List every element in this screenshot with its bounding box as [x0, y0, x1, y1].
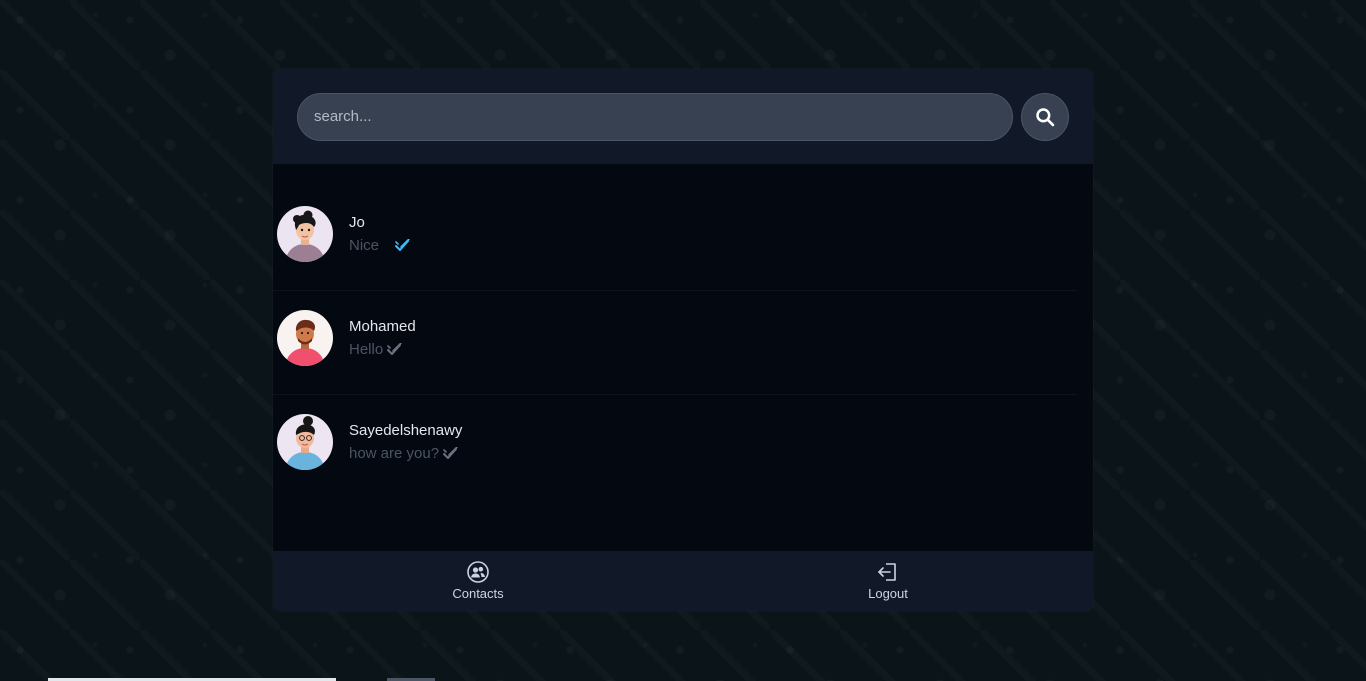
search-button[interactable] [1021, 92, 1069, 141]
double-check-icon [387, 342, 403, 357]
search-icon [1036, 107, 1055, 126]
logout-icon [878, 563, 896, 581]
last-message: Hello [349, 341, 416, 358]
last-message: Nice [349, 237, 411, 254]
search-input[interactable] [297, 92, 1013, 141]
chat-list-item[interactable]: Mohamed Hello [273, 291, 1093, 395]
nav-logout[interactable]: Logout [683, 551, 1093, 611]
nav-contacts-label: Contacts [452, 586, 504, 601]
double-check-icon [443, 446, 459, 461]
contact-name: Sayedelshenawy [349, 422, 463, 439]
last-message-text: Nice [349, 237, 380, 254]
last-message-text: how are you? [349, 445, 440, 462]
nav-contacts[interactable]: Contacts [273, 551, 683, 611]
chat-list: Jo Nice Mohamed Hello Sayedelshenawy how… [273, 164, 1093, 551]
contact-name: Jo [349, 214, 365, 231]
nav-logout-label: Logout [868, 586, 908, 601]
double-check-icon [395, 238, 411, 253]
chat-list-item[interactable]: Sayedelshenawy how are you? [273, 395, 1093, 499]
contact-name: Mohamed [349, 318, 416, 335]
search-bar [273, 69, 1093, 164]
avatar [277, 414, 333, 470]
last-message: how are you? [349, 445, 462, 462]
avatar [277, 206, 333, 262]
bottom-nav: Contacts Logout [273, 551, 1093, 611]
last-message-text: Hello [349, 341, 384, 358]
avatar [277, 310, 333, 366]
chat-app-panel: Jo Nice [273, 69, 1093, 611]
contacts-icon [467, 561, 489, 583]
chat-list-item[interactable]: Jo Nice [273, 187, 1093, 291]
